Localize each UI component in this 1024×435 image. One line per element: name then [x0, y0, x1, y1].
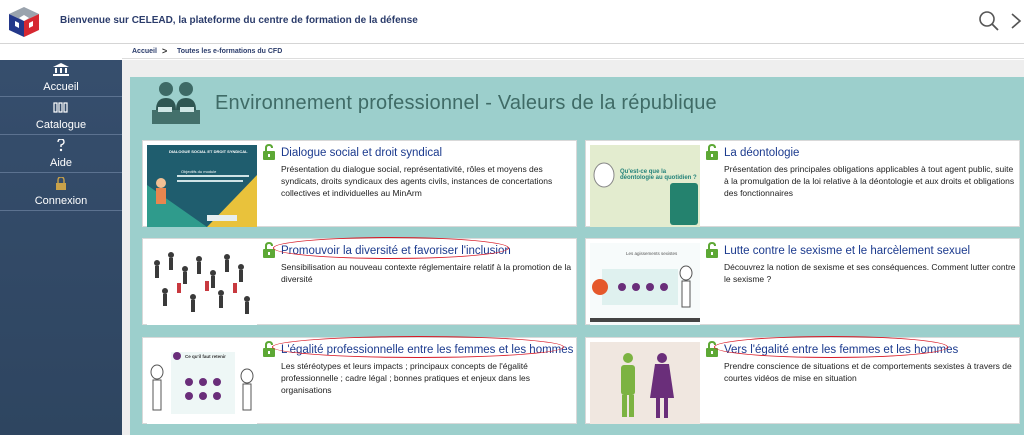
course-thumbnail[interactable]: Les agissements sexistes	[590, 243, 700, 325]
logo-icon[interactable]	[6, 5, 42, 39]
course-description: Prendre conscience de situations et de c…	[724, 361, 1012, 383]
thumb-subheading: Objectifs du module	[181, 169, 217, 174]
category-title: Environnement professionnel - Valeurs de…	[215, 92, 717, 114]
course-description: Sensibilisation au nouveau contexte régl…	[281, 262, 572, 284]
sidebar-item-label: Aide	[49, 157, 73, 169]
annotation-circle	[273, 237, 509, 259]
lock-open-icon	[706, 242, 718, 258]
course-card-deontologie[interactable]: Qu'est-ce que la déontologie au quotidie…	[585, 140, 1020, 227]
annotation-circle	[714, 336, 948, 358]
course-thumbnail-graphic	[593, 162, 698, 225]
welcome-message: Bienvenue sur CELEAD, la plateforme du c…	[60, 15, 418, 26]
course-card-dialogue-social[interactable]: DIALOGUE SOCIAL ET DROIT SYNDICAL Object…	[142, 140, 577, 227]
breadcrumb-home[interactable]: Accueil	[132, 48, 157, 55]
sidebar-item-label: Catalogue	[35, 119, 87, 131]
sidebar-item-accueil[interactable]: Accueil	[0, 60, 122, 97]
lock-open-icon	[706, 144, 718, 160]
course-description: Présentation du dialogue social, représe…	[281, 164, 553, 198]
thumb-heading: Qu'est-ce que la déontologie au quotidie…	[620, 169, 697, 181]
breadcrumb-separator: >	[162, 46, 168, 56]
course-thumbnail[interactable]: Ce qu'il faut retenir	[147, 342, 257, 424]
category-illustration	[152, 82, 200, 124]
sidebar-item-aide[interactable]: Aide	[0, 136, 122, 173]
course-thumbnail-graphic	[621, 353, 674, 418]
course-thumbnail[interactable]: Qu'est-ce que la déontologie au quotidie…	[590, 145, 700, 227]
lock-icon	[56, 177, 66, 190]
lock-open-icon	[263, 144, 275, 160]
course-thumbnail-graphic	[154, 252, 250, 314]
course-description: Présentation des principales obligations…	[724, 164, 1015, 198]
sidebar-item-connexion[interactable]: Connexion	[0, 174, 122, 211]
course-thumbnail[interactable]	[590, 342, 700, 424]
course-card-sexisme[interactable]: Les agissements sexistes Lutte contre le…	[585, 238, 1020, 325]
course-thumbnail-graphic	[147, 175, 257, 227]
sidebar-item-label: Connexion	[34, 195, 88, 207]
sidebar-item-catalogue[interactable]: Catalogue	[0, 98, 122, 135]
course-description: Découvrez la notion de sexisme et ses co…	[724, 262, 1016, 284]
breadcrumb-current[interactable]: Toutes les e-formations du CFD	[177, 48, 282, 55]
breadcrumb: Accueil > Toutes les e-formations du CFD	[122, 44, 1024, 59]
institution-icon	[53, 63, 69, 76]
thumb-heading: Ce qu'il faut retenir	[185, 354, 226, 359]
sidebar: Accueil Catalogue Aide Connexion	[0, 60, 122, 435]
course-thumbnail[interactable]: DIALOGUE SOCIAL ET DROIT SYNDICAL Object…	[147, 145, 257, 227]
course-title[interactable]: La déontologie	[724, 147, 799, 159]
search-icon[interactable]	[978, 10, 1000, 32]
thumb-heading: DIALOGUE SOCIAL ET DROIT SYNDICAL	[169, 149, 248, 154]
course-title[interactable]: Lutte contre le sexisme et le harcèlemen…	[724, 245, 970, 257]
lock-open-icon	[263, 242, 275, 258]
top-bar: Bienvenue sur CELEAD, la plateforme du c…	[0, 0, 1024, 44]
course-thumbnail[interactable]	[147, 243, 257, 325]
question-icon	[57, 139, 65, 152]
course-description: Les stéréotypes et leurs impacts ; princ…	[281, 361, 531, 395]
books-icon	[53, 102, 68, 113]
annotation-circle	[272, 336, 564, 358]
course-title[interactable]: Dialogue social et droit syndical	[281, 147, 442, 159]
sidebar-item-label: Accueil	[43, 81, 79, 93]
chevron-right-icon[interactable]	[1010, 10, 1024, 32]
thumb-heading: Les agissements sexistes	[626, 251, 678, 256]
